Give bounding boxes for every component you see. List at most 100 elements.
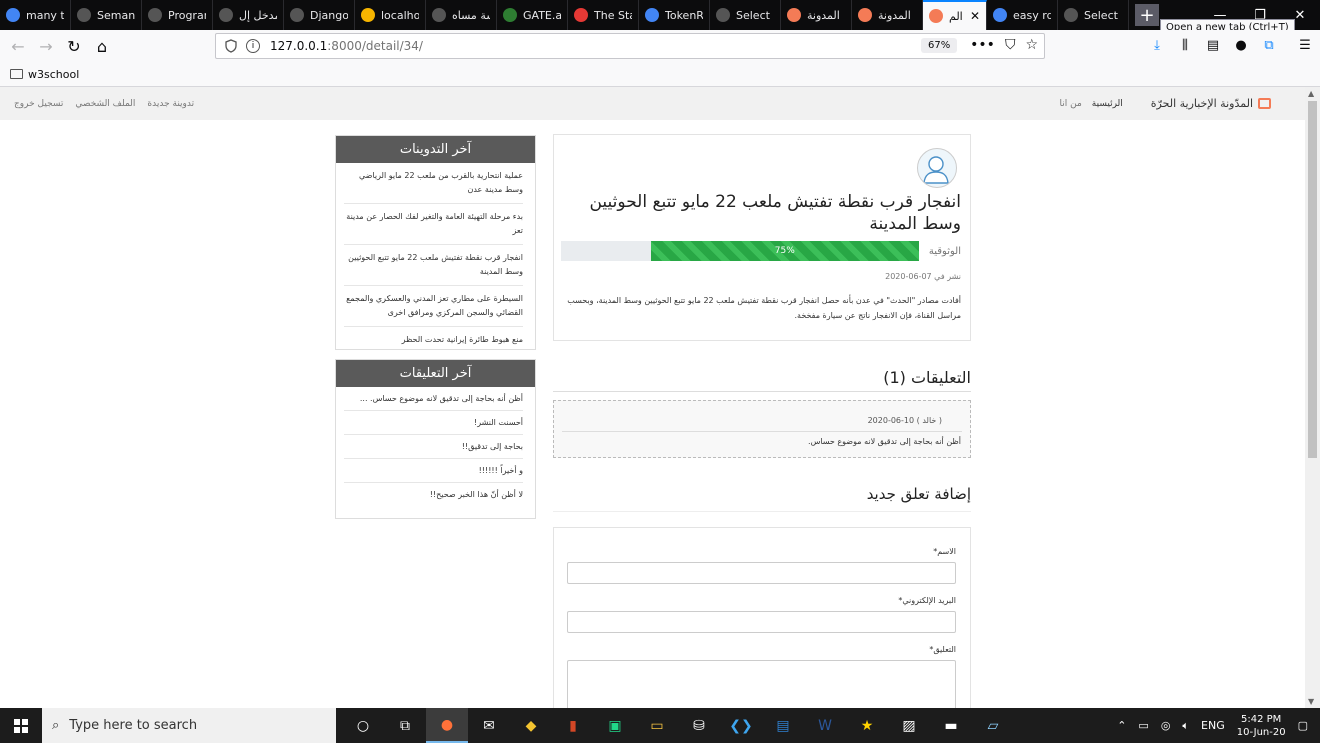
browser-tab[interactable]: The Sta [568, 0, 639, 30]
search-icon: ⌕ [52, 718, 60, 733]
email-field[interactable] [567, 611, 956, 633]
tab-label: Select com [1084, 8, 1122, 22]
name-field[interactable] [567, 562, 956, 584]
browser-tab[interactable]: SemanticDi [71, 0, 142, 30]
google-icon [993, 8, 1007, 22]
nav-home[interactable]: الرئيسية [1092, 99, 1123, 109]
tab-label: The Sta [594, 8, 632, 22]
network-icon[interactable]: ◎ [1161, 719, 1171, 732]
vscode-icon[interactable]: ❮❯ [720, 708, 762, 743]
user-links: تدوينة جديدة الملف الشخصي تسجيل خروج [14, 87, 194, 120]
photos-icon[interactable]: ▨ [888, 708, 930, 743]
zoom-level-badge[interactable]: 67% [921, 38, 958, 53]
notification-icon[interactable]: ▢ [1298, 719, 1308, 732]
latest-post-link[interactable]: منع هبوط طائرة إيرانية تحدت الحظر [344, 327, 523, 353]
browser-tab[interactable]: الم ✕ [923, 0, 987, 30]
tab-label: مدخل إل [239, 8, 277, 22]
browser-tab[interactable]: Django [284, 0, 355, 30]
extension-icon[interactable]: ⧉ [1260, 34, 1278, 56]
bookmark-star-icon[interactable]: ☆ [1025, 37, 1038, 53]
browser-tab[interactable]: دراسة مساه [426, 0, 497, 30]
download-icon[interactable]: ⤓ [1148, 34, 1166, 56]
latest-post-link[interactable]: بدء مرحلة التهيئة العامة والتغير لفك الح… [344, 204, 523, 245]
page-icon [716, 8, 730, 22]
browser-tab[interactable]: Select com [1058, 0, 1129, 30]
forward-arrow-icon[interactable]: → [32, 32, 60, 60]
author-avatar [917, 148, 957, 188]
comment-text: أظن أنه بحاجة إلى تدقيق لانه موضوع حساس. [808, 437, 961, 446]
cortana-icon[interactable]: ○ [342, 708, 384, 743]
browser-tab[interactable]: GATE.ac [497, 0, 568, 30]
latest-comment-link[interactable]: و أخيراً !!!!!! [344, 459, 523, 483]
sidebar-icon[interactable]: ▤ [1204, 34, 1222, 56]
task-view-icon[interactable]: ⧉ [384, 708, 426, 743]
battery-icon[interactable]: ▭ [1138, 719, 1148, 732]
latest-post-link[interactable]: عملية انتحارية بالقرب من ملعب 22 مايو ال… [344, 163, 523, 204]
right-toolbar: ⤓ ⫼ ▤ ● ⧉ ☰ [1148, 34, 1314, 56]
scrollbar-thumb[interactable] [1308, 101, 1317, 458]
latest-comment-link[interactable]: أحسنت النشر! [344, 411, 523, 435]
nav-about[interactable]: من انا [1060, 99, 1082, 109]
new-tab-button[interactable]: + [1135, 4, 1159, 26]
star-app-icon[interactable]: ★ [846, 708, 888, 743]
latest-comment-link[interactable]: بحاجة إلى تدقيق!! [344, 435, 523, 459]
more-actions-icon[interactable]: ••• [970, 37, 995, 53]
browser-tab[interactable]: easy rd [987, 0, 1058, 30]
browser-tab[interactable]: Select com [710, 0, 781, 30]
browser-tab[interactable]: many tv [0, 0, 71, 30]
reload-icon[interactable]: ↻ [60, 32, 88, 60]
url-text[interactable]: 127.0.0.1:8000/detail/34/ [270, 39, 423, 53]
volume-icon[interactable]: 🔈︎ [1182, 719, 1189, 733]
mail-icon[interactable]: ✉ [468, 708, 510, 743]
site-info-icon[interactable]: i [246, 39, 260, 53]
scroll-down-icon[interactable]: ▼ [1308, 697, 1314, 706]
language-indicator[interactable]: ENG [1201, 719, 1225, 732]
nav-logout[interactable]: تسجيل خروج [14, 99, 63, 109]
browser-tab[interactable]: TokenRe [639, 0, 710, 30]
home-icon[interactable]: ⌂ [88, 32, 116, 60]
back-arrow-icon[interactable]: ← [4, 32, 32, 60]
bookmark-w3school[interactable]: w3school [28, 68, 79, 81]
nav-profile[interactable]: الملف الشخصي [75, 99, 135, 109]
outlook-icon[interactable]: ▤ [762, 708, 804, 743]
menu-icon[interactable]: ☰ [1296, 34, 1314, 56]
git-icon[interactable]: ◆ [510, 708, 552, 743]
file-explorer-icon[interactable]: ▭ [636, 708, 678, 743]
clock[interactable]: 5:42 PM 10-Jun-20 [1237, 713, 1286, 739]
page-scrollbar[interactable]: ▲ ▼ [1305, 87, 1320, 708]
comment-textarea[interactable] [567, 660, 956, 708]
latest-comment-link[interactable]: لا أظن أنّ هذا الخبر صحيح!! [344, 483, 523, 506]
notes-icon[interactable]: ▱ [972, 708, 1014, 743]
close-tab-icon[interactable]: ✕ [970, 9, 980, 23]
pycharm-icon[interactable]: ▣ [594, 708, 636, 743]
database-icon[interactable]: ⛁ [678, 708, 720, 743]
page-icon [1064, 8, 1078, 22]
pocket-icon[interactable]: ⛉ [1005, 37, 1016, 53]
browser-tab[interactable]: localho [355, 0, 426, 30]
tab-label: الم [949, 9, 963, 23]
user-icon [923, 156, 949, 184]
firefox-icon[interactable]: ● [426, 708, 468, 743]
google-icon [645, 8, 659, 22]
library-icon[interactable]: ⫼ [1176, 34, 1194, 56]
latest-post-link[interactable]: السيطرة على مطاري تعز المدني والعسكري وا… [344, 286, 523, 327]
site-brand[interactable]: المدّونة الإخبارية الحرّة [1151, 97, 1271, 110]
browser-tab[interactable]: المدونة [852, 0, 923, 30]
scroll-up-icon[interactable]: ▲ [1308, 89, 1314, 98]
nav-new-post[interactable]: تدوينة جديدة [147, 99, 194, 109]
post-body: أفادت مصادر "الحدث" في عدن بأنه حصل انفج… [567, 296, 961, 320]
browser-tab[interactable]: مدخل إل [213, 0, 284, 30]
start-button[interactable] [0, 708, 42, 743]
taskbar-search[interactable]: ⌕ Type here to search [42, 708, 336, 743]
shield-icon[interactable] [224, 39, 238, 53]
url-bar[interactable]: i 127.0.0.1:8000/detail/34/ 67% ••• ⛉ ☆ [215, 33, 1045, 59]
chevron-up-icon[interactable]: ⌃ [1117, 719, 1126, 732]
account-icon[interactable]: ● [1232, 34, 1250, 56]
powerpoint-icon[interactable]: ▮ [552, 708, 594, 743]
latest-comment-link[interactable]: أظن أنه بحاجة إلى تدقيق لانه موضوع حساس.… [344, 387, 523, 411]
terminal-icon[interactable]: ▬ [930, 708, 972, 743]
browser-tab[interactable]: المدونة [781, 0, 852, 30]
latest-post-link[interactable]: انفجار قرب نقطة تفتيش ملعب 22 مايو تتبع … [344, 245, 523, 286]
word-icon[interactable]: W [804, 708, 846, 743]
browser-tab[interactable]: Programmin [142, 0, 213, 30]
